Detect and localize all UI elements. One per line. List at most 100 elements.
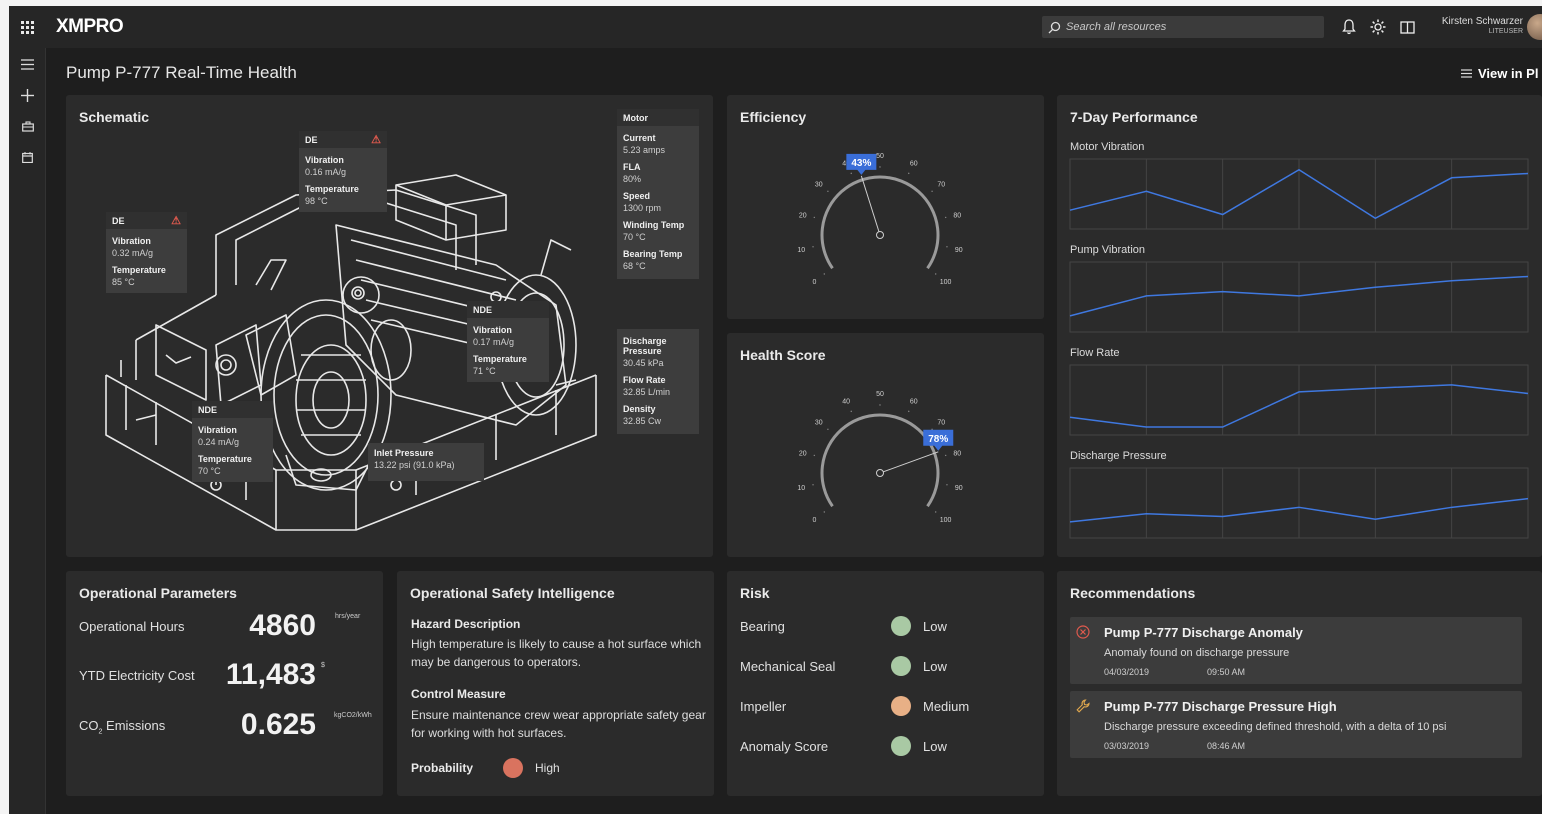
recommendation-time: 08:46 AM [1207, 741, 1246, 751]
app-window: XMPRO Kirsten Schwarzer LITEUSER [9, 6, 1542, 814]
nde-right-temperature-value: 71 °C [473, 366, 496, 376]
flow-rate-label: Flow Rate [623, 375, 666, 385]
health-gauge-tick-label: 70 [937, 420, 945, 427]
operational-parameters-panel: Operational Parameters Operational Hours… [66, 571, 383, 796]
control-heading: Control Measure [411, 687, 506, 701]
view-in-button[interactable]: View in Pl [1461, 66, 1538, 81]
flow-rate-value: 32.85 L/min [623, 387, 671, 397]
inlet-pressure-callout[interactable]: Inlet Pressure 13.22 psi (91.0 kPa) [368, 443, 484, 481]
motor-readings-card[interactable]: Motor Current 5.23 amps FLA 80% Speed 13… [617, 109, 699, 279]
settings-gear-icon[interactable] [1368, 17, 1388, 37]
motor-speed-label: Speed [623, 191, 651, 201]
discharge-pressure-value: 30.45 kPa [623, 358, 664, 368]
efficiency-gauge-arc [820, 175, 940, 270]
health-gauge-tick-label: 10 [797, 485, 805, 492]
pump-readings-card[interactable]: Discharge Pressure 30.45 kPa Flow Rate 3… [617, 329, 699, 434]
de-left-callout[interactable]: DE ⚠ Vibration 0.32 mA/g Temperature 85 °… [106, 212, 187, 293]
risk-level: Medium [923, 699, 970, 714]
health-gauge-tick [879, 404, 881, 406]
recommendation-title: Pump P-777 Discharge Anomaly [1104, 625, 1303, 640]
efficiency-gauge-tick [850, 172, 852, 175]
health-gauge-tick [946, 484, 948, 486]
sidebar [9, 48, 46, 814]
list-icon [1461, 69, 1472, 78]
search-box[interactable] [1042, 16, 1324, 38]
recommendation-description: Discharge pressure exceeding defined thr… [1104, 721, 1447, 733]
avatar[interactable] [1527, 14, 1542, 40]
de-left-temperature-value: 85 °C [112, 277, 135, 287]
efficiency-gauge-tick-label: 70 [937, 182, 945, 189]
nde-bottom-callout[interactable]: NDE Vibration 0.24 mA/g Temperature 70 °… [192, 401, 273, 482]
co2-emissions-unit: kgCO2/kWh [334, 712, 372, 719]
operational-hours-label: Operational Hours [79, 619, 185, 634]
probability-value: High [535, 761, 560, 775]
efficiency-gauge-tick [946, 246, 948, 248]
de-top-title: DE [305, 134, 318, 145]
motor-bearing-temp-label: Bearing Temp [623, 249, 683, 259]
health-gauge-tick-label: 50 [876, 391, 884, 398]
xmpro-logo[interactable]: XMPRO [56, 16, 124, 38]
search-input[interactable] [1066, 21, 1306, 33]
nde-right-temperature-label: Temperature [473, 354, 527, 364]
de-left-title: DE [112, 215, 125, 226]
motor-title: Motor [623, 112, 648, 123]
user-menu[interactable]: Kirsten Schwarzer LITEUSER [1409, 16, 1523, 35]
recommendation-date: 04/03/2019 [1104, 667, 1150, 677]
health-gauge-tick [850, 410, 852, 413]
efficiency-gauge-tick-label: 100 [940, 279, 952, 286]
efficiency-gauge-tick [908, 172, 910, 175]
recommendation-time: 09:50 AM [1207, 667, 1246, 677]
efficiency-gauge-tick-label: 10 [797, 247, 805, 254]
recommendation-card[interactable]: Pump P-777 Discharge Pressure High Disch… [1070, 691, 1522, 758]
health-gauge-tick [931, 428, 933, 430]
efficiency-gauge-tick-label: 0 [813, 279, 817, 286]
co2-emissions-value: 0.625 [240, 708, 316, 741]
efficiency-gauge-tick [931, 190, 933, 192]
briefcase-icon[interactable] [9, 115, 46, 137]
recommendation-date: 03/03/2019 [1104, 741, 1150, 751]
health-score-gauge: 0 10 20 30 40 50 60 70 80 90 100 78% [797, 391, 963, 524]
probability-heading: Probability [411, 761, 474, 775]
efficiency-gauge-tick-label: 60 [910, 160, 918, 167]
risk-level: Low [923, 619, 947, 634]
de-top-vibration-label: Vibration [305, 155, 344, 165]
app-grid-icon[interactable] [9, 6, 46, 48]
risk-row-mechanical-seal: Mechanical Seal Low [740, 656, 1040, 676]
health-gauge-tick-label: 0 [813, 517, 817, 524]
recommendations-title: Recommendations [1070, 585, 1196, 601]
health-gauge-needle [879, 451, 939, 474]
efficiency-gauge-value-label: 43% [851, 158, 871, 169]
motor-fla-label: FLA [623, 162, 641, 172]
schematic-title: Schematic [79, 109, 150, 125]
probability-indicator-dot [503, 758, 523, 778]
de-top-vibration-value: 0.16 mA/g [305, 167, 347, 177]
risk-row-impeller: Impeller Medium [740, 696, 1040, 716]
error-circle-icon [1076, 625, 1090, 639]
efficiency-gauge-tick-label: 20 [799, 212, 807, 219]
bell-icon[interactable] [1339, 17, 1359, 37]
inlet-pressure-label: Inlet Pressure [374, 448, 434, 458]
risk-indicator-dot [891, 616, 911, 636]
risk-title: Risk [740, 585, 770, 601]
recommendation-card[interactable]: Pump P-777 Discharge Anomaly Anomaly fou… [1070, 617, 1522, 684]
de-top-callout[interactable]: DE ⚠ Vibration 0.16 mA/g Temperature 98 °… [299, 131, 387, 212]
co2-emissions-row: CO2 Emissions 0.625 kgCO2/kWh [79, 708, 379, 748]
nde-right-callout[interactable]: NDE Vibration 0.17 mA/g Temperature 71 °… [467, 301, 549, 382]
risk-label: Anomaly Score [740, 739, 829, 754]
health-gauge-tick-label: 90 [955, 485, 963, 492]
add-icon[interactable] [9, 84, 46, 106]
ytd-electricity-cost-row: YTD Electricity Cost 11,483 $ [79, 658, 379, 698]
health-gauge-tick-label: 80 [953, 450, 961, 457]
motor-current-value: 5.23 amps [623, 145, 666, 155]
efficiency-gauge-tick [823, 273, 825, 275]
calendar-icon[interactable] [9, 146, 46, 168]
menu-icon[interactable] [9, 53, 46, 75]
risk-indicator-dot [891, 696, 911, 716]
risk-label: Bearing [740, 619, 785, 634]
recommendation-description: Anomaly found on discharge pressure [1104, 647, 1290, 659]
health-gauge-tick-label: 60 [910, 398, 918, 405]
health-gauge-tick-label: 30 [815, 420, 823, 427]
motor-winding-temp-value: 70 °C [623, 232, 646, 242]
motor-current-label: Current [623, 133, 656, 143]
recommendation-title: Pump P-777 Discharge Pressure High [1104, 699, 1337, 714]
